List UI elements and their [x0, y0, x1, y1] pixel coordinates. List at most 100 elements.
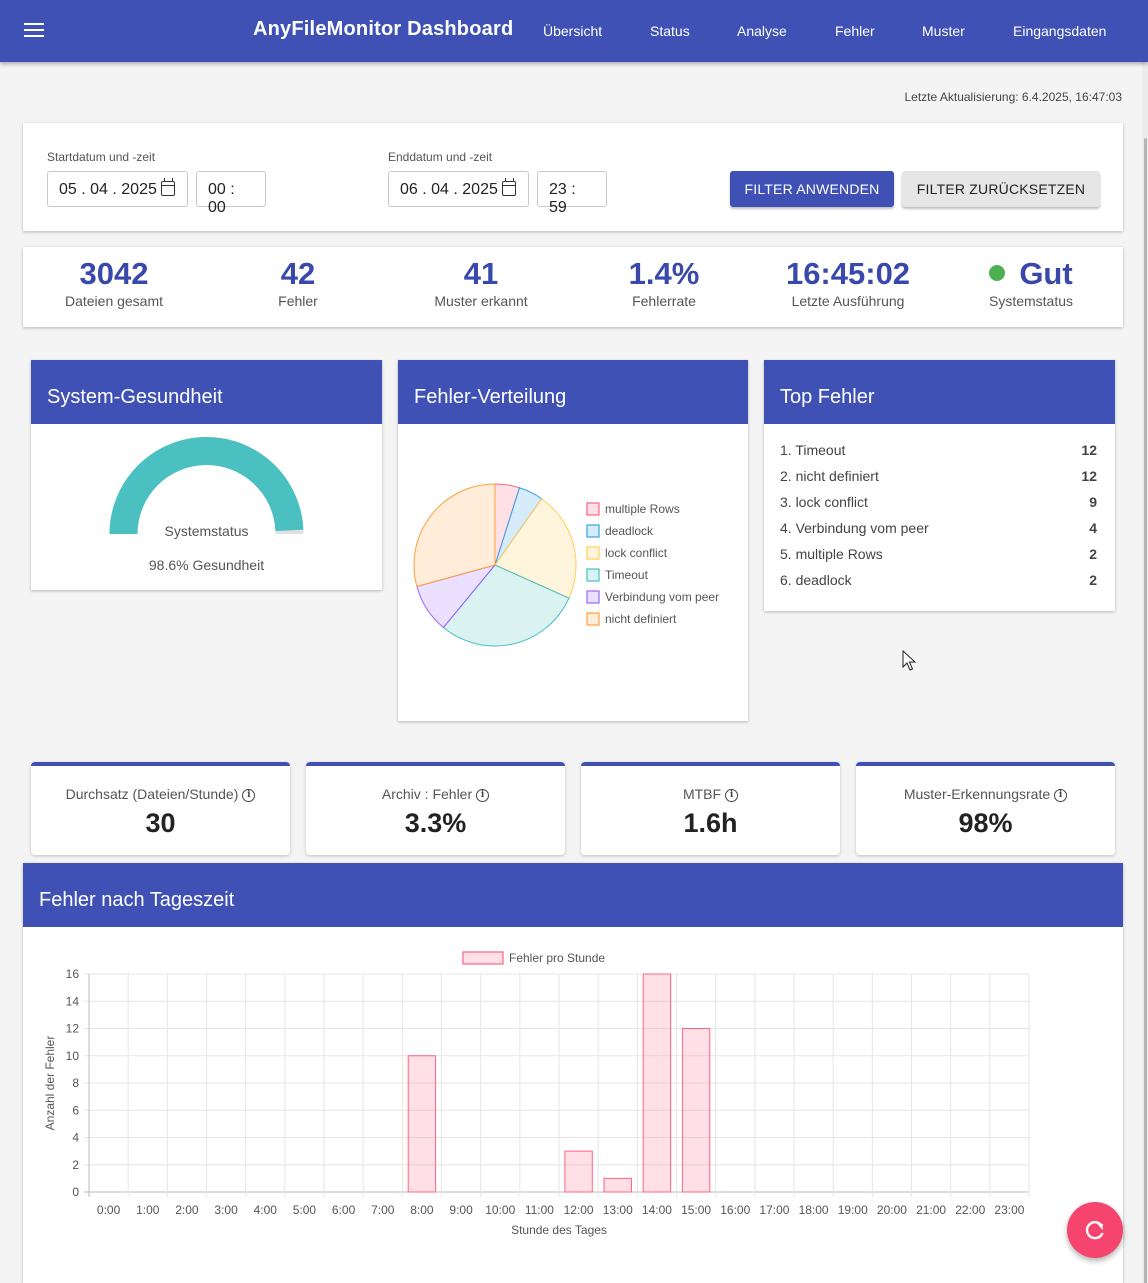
- app-title: AnyFileMonitor Dashboard: [253, 18, 514, 40]
- bar[interactable]: [407, 1055, 437, 1193]
- x-tick-label: 20:00: [877, 1203, 907, 1217]
- start-time-field[interactable]: 00 : 00: [196, 171, 266, 216]
- bar[interactable]: [642, 973, 672, 1193]
- metric-label: Archiv : Fehler i: [306, 786, 565, 802]
- top-error-item: 1. Timeout 12: [780, 442, 1097, 458]
- x-tick-label: 5:00: [293, 1203, 317, 1217]
- legend-label[interactable]: Timeout: [605, 568, 649, 582]
- metric-value: 98%: [958, 808, 1013, 838]
- top-error-count: 2: [1089, 546, 1097, 562]
- end-time-field[interactable]: 23 : 59: [537, 171, 607, 216]
- legend-swatch: [586, 568, 600, 582]
- scrollbar-thumb[interactable]: [1144, 138, 1147, 1283]
- kpi-label: Dateien gesamt: [64, 293, 164, 309]
- legend-swatch: [586, 590, 600, 604]
- x-tick-label: 13:00: [603, 1203, 633, 1217]
- y-tick-label: 2: [72, 1158, 79, 1172]
- health-caption: 98.6% Gesundheit: [148, 557, 265, 573]
- y-tick-label: 8: [72, 1076, 79, 1090]
- kpi-value: 42: [280, 256, 316, 291]
- hourly-errors-title: Fehler nach Tageszeit: [23, 863, 1123, 927]
- last-update: Letzte Aktualisierung: 6.4.2025, 16:47:0…: [904, 90, 1123, 104]
- top-error-item: 2. nicht definiert 12: [780, 468, 1097, 484]
- legend-label[interactable]: Fehler pro Stunde: [509, 951, 605, 965]
- nav-muster[interactable]: Muster: [922, 23, 965, 39]
- start-date-field[interactable]: 05 . 04 . 2025: [47, 171, 188, 207]
- metric-mtbf: MTBF i 1.6h: [581, 762, 840, 855]
- x-tick-label: 15:00: [681, 1203, 711, 1217]
- bar[interactable]: [603, 1177, 632, 1193]
- top-error-item: 5. multiple Rows 2: [780, 546, 1097, 562]
- top-error-count: 9: [1089, 494, 1097, 510]
- x-tick-label: 11:00: [525, 1203, 554, 1217]
- refresh-button[interactable]: [1067, 1202, 1123, 1258]
- scrollbar[interactable]: [1142, 62, 1148, 1283]
- metric-label-text: Muster-Erkennungsrate: [903, 786, 1051, 802]
- info-icon[interactable]: i: [725, 789, 739, 802]
- kpi-label: Letzte Ausführung: [791, 293, 905, 309]
- metric-label-text: Durchsatz (Dateien/Stunde): [65, 786, 239, 802]
- legend-label[interactable]: lock conflict: [605, 546, 668, 560]
- top-error-label: 2. nicht definiert: [780, 468, 879, 484]
- y-tick-label: 10: [66, 1049, 80, 1063]
- x-axis-title: Stunde des Tages: [511, 1223, 607, 1237]
- menu-icon[interactable]: [24, 23, 44, 39]
- top-error-count: 4: [1089, 520, 1097, 536]
- x-tick-label: 6:00: [332, 1203, 356, 1217]
- calendar-icon[interactable]: [161, 178, 175, 196]
- error-pie-chart: multiple Rows deadlock lock conflict Timeou…: [413, 483, 719, 647]
- y-tick-label: 6: [72, 1103, 79, 1117]
- nav-eingangsdaten[interactable]: Eingangsdaten: [1013, 23, 1106, 39]
- bar[interactable]: [681, 1028, 711, 1193]
- kpi-label: Muster erkannt: [434, 293, 528, 309]
- legend-swatch: [462, 951, 504, 965]
- kpi-label: Fehlerrate: [632, 293, 696, 309]
- x-tick-label: 19:00: [838, 1203, 868, 1217]
- metric-archive-errors: Archiv : Fehler i 3.3%: [306, 762, 565, 855]
- nav-uebersicht[interactable]: Übersicht: [543, 23, 602, 39]
- x-tick-label: 2:00: [175, 1203, 199, 1217]
- top-error-count: 2: [1089, 572, 1097, 588]
- system-health-title: System-Gesundheit: [31, 360, 382, 424]
- apply-filter-button[interactable]: FILTER ANWENDEN: [730, 171, 894, 207]
- system-health-card: System-Gesundheit Systemstatus 98.6% Ges…: [31, 360, 382, 590]
- end-date-field[interactable]: 06 . 04 . 2025: [388, 171, 529, 207]
- metric-throughput: Durchsatz (Dateien/Stunde) i 30: [31, 762, 290, 855]
- hourly-bar-chart: 0 2 4 6 8 10 12 14 16 0:00 1:00 2:00 3:00 4:00 5:00 6:0…: [43, 951, 1030, 1237]
- start-label: Startdatum und -zeit: [47, 150, 156, 164]
- legend-label[interactable]: multiple Rows: [605, 502, 680, 516]
- top-errors-title: Top Fehler: [764, 360, 1115, 424]
- calendar-icon[interactable]: [502, 178, 516, 196]
- legend-swatch: [586, 524, 600, 538]
- top-errors-card: Top Fehler 1. Timeout 12 2. nicht definie…: [764, 360, 1115, 611]
- status-text: Gut: [1019, 256, 1073, 291]
- start-time-value: 00 : 00: [208, 181, 235, 216]
- x-tick-label: 22:00: [955, 1203, 985, 1217]
- legend-label[interactable]: deadlock: [605, 524, 654, 538]
- nav-status[interactable]: Status: [650, 23, 690, 39]
- reset-filter-button[interactable]: FILTER ZURÜCKSETZEN: [902, 171, 1100, 207]
- info-icon[interactable]: i: [1054, 789, 1068, 802]
- nav-fehler[interactable]: Fehler: [835, 23, 875, 39]
- legend-label[interactable]: nicht definiert: [605, 612, 677, 626]
- filter-panel: Startdatum und -zeit 05 . 04 . 2025 00 :…: [23, 123, 1123, 231]
- info-icon[interactable]: i: [476, 789, 490, 802]
- kpi-value: 16:45:02: [785, 256, 911, 291]
- x-tick-label: 0:00: [97, 1203, 121, 1217]
- y-axis-title: Anzahl der Fehler: [43, 1036, 57, 1131]
- mouse-cursor: [902, 650, 917, 671]
- gauge-label: Systemstatus: [164, 523, 249, 539]
- metric-pattern-rate: Muster-Erkennungsrate i 98%: [856, 762, 1115, 855]
- legend-swatch: [586, 502, 600, 516]
- kpi-value: 3042: [79, 256, 149, 291]
- legend-label[interactable]: Verbindung vom peer: [605, 590, 719, 604]
- nav-analyse[interactable]: Analyse: [737, 23, 787, 39]
- y-tick-label: 12: [66, 1022, 80, 1036]
- bar[interactable]: [564, 1150, 593, 1193]
- x-tick-label: 3:00: [214, 1203, 238, 1217]
- top-error-item: 6. deadlock 2: [780, 572, 1097, 588]
- refresh-icon: [1085, 1221, 1104, 1240]
- top-error-item: 4. Verbindung vom peer 4: [780, 520, 1097, 536]
- info-icon[interactable]: i: [242, 789, 256, 802]
- kpi-value: Gut: [941, 257, 1121, 291]
